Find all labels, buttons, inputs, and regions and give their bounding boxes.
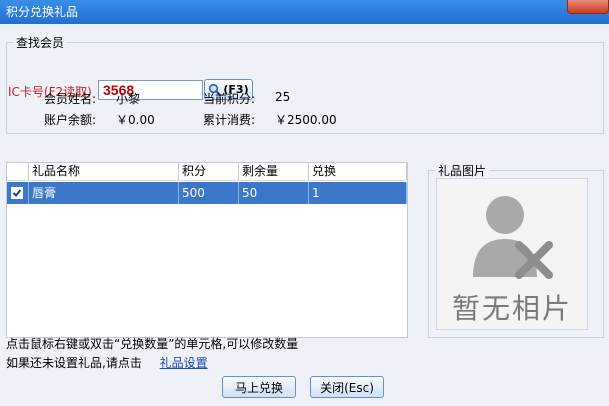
total-spend-value: ￥2500.00 bbox=[275, 113, 337, 127]
column-header-remaining[interactable]: 剩余量 bbox=[239, 163, 309, 180]
title-bar: 积分兑换礼品 bbox=[0, 0, 609, 24]
account-balance-value: ￥0.00 bbox=[116, 113, 155, 127]
window-title: 积分兑换礼品 bbox=[6, 5, 79, 19]
member-name-value: 小黎 bbox=[116, 92, 141, 106]
current-points-value: 25 bbox=[275, 90, 291, 104]
ic-card-input[interactable] bbox=[98, 80, 203, 100]
close-button[interactable]: 关闭(Esc) bbox=[310, 376, 384, 398]
edit-quantity-hint: 点击鼠标右键或双击“兑换数量”的单元格,可以修改数量 bbox=[6, 337, 299, 351]
gift-photo-group-title: 礼品图片 bbox=[438, 164, 487, 178]
cell-redeem-quantity[interactable]: 1 bbox=[309, 182, 407, 204]
user-delete-icon bbox=[473, 196, 553, 279]
cell-gift-name[interactable]: 唇膏 bbox=[29, 182, 179, 204]
redeem-now-button[interactable]: 马上兑换 bbox=[222, 376, 296, 398]
gift-table[interactable]: 礼品名称 积分 剩余量 兑换 唇膏 500 50 1 bbox=[6, 162, 408, 338]
gift-photo: 暂无相片 bbox=[436, 178, 588, 330]
cell-points[interactable]: 500 bbox=[179, 182, 239, 204]
no-photo-text: 暂无相片 bbox=[451, 292, 572, 325]
window-close-button[interactable] bbox=[567, 0, 609, 14]
checkmark-icon bbox=[12, 189, 22, 197]
account-balance-label: 账户余额: bbox=[44, 113, 97, 127]
row-checkbox[interactable] bbox=[11, 187, 23, 199]
gift-settings-link[interactable]: 礼品设置 bbox=[160, 356, 208, 370]
column-header-points[interactable]: 积分 bbox=[179, 163, 239, 180]
gift-setup-hint: 如果还未设置礼品,请点击 礼品设置 bbox=[6, 354, 208, 371]
gift-table-header: 礼品名称 积分 剩余量 兑换 bbox=[7, 163, 407, 181]
dialog-content: 查找会员 IC卡号(F2读取) (F3) 会员姓名: 小黎 当前积分: 25 账… bbox=[0, 24, 609, 406]
table-row[interactable]: 唇膏 500 50 1 bbox=[7, 182, 407, 204]
gift-setup-hint-text: 如果还未设置礼品,请点击 bbox=[6, 356, 142, 370]
member-name-label: 会员姓名: bbox=[44, 92, 97, 106]
cell-remaining[interactable]: 50 bbox=[239, 182, 309, 204]
column-header-gift-name[interactable]: 礼品名称 bbox=[29, 163, 179, 180]
header-checkbox-column bbox=[7, 163, 29, 180]
current-points-label: 当前积分: bbox=[203, 92, 256, 106]
row-checkbox-cell[interactable] bbox=[7, 182, 29, 204]
column-header-redeem[interactable]: 兑换 bbox=[309, 163, 407, 180]
member-search-group-title: 查找会员 bbox=[16, 36, 65, 50]
total-spend-label: 累计消费: bbox=[203, 113, 256, 127]
